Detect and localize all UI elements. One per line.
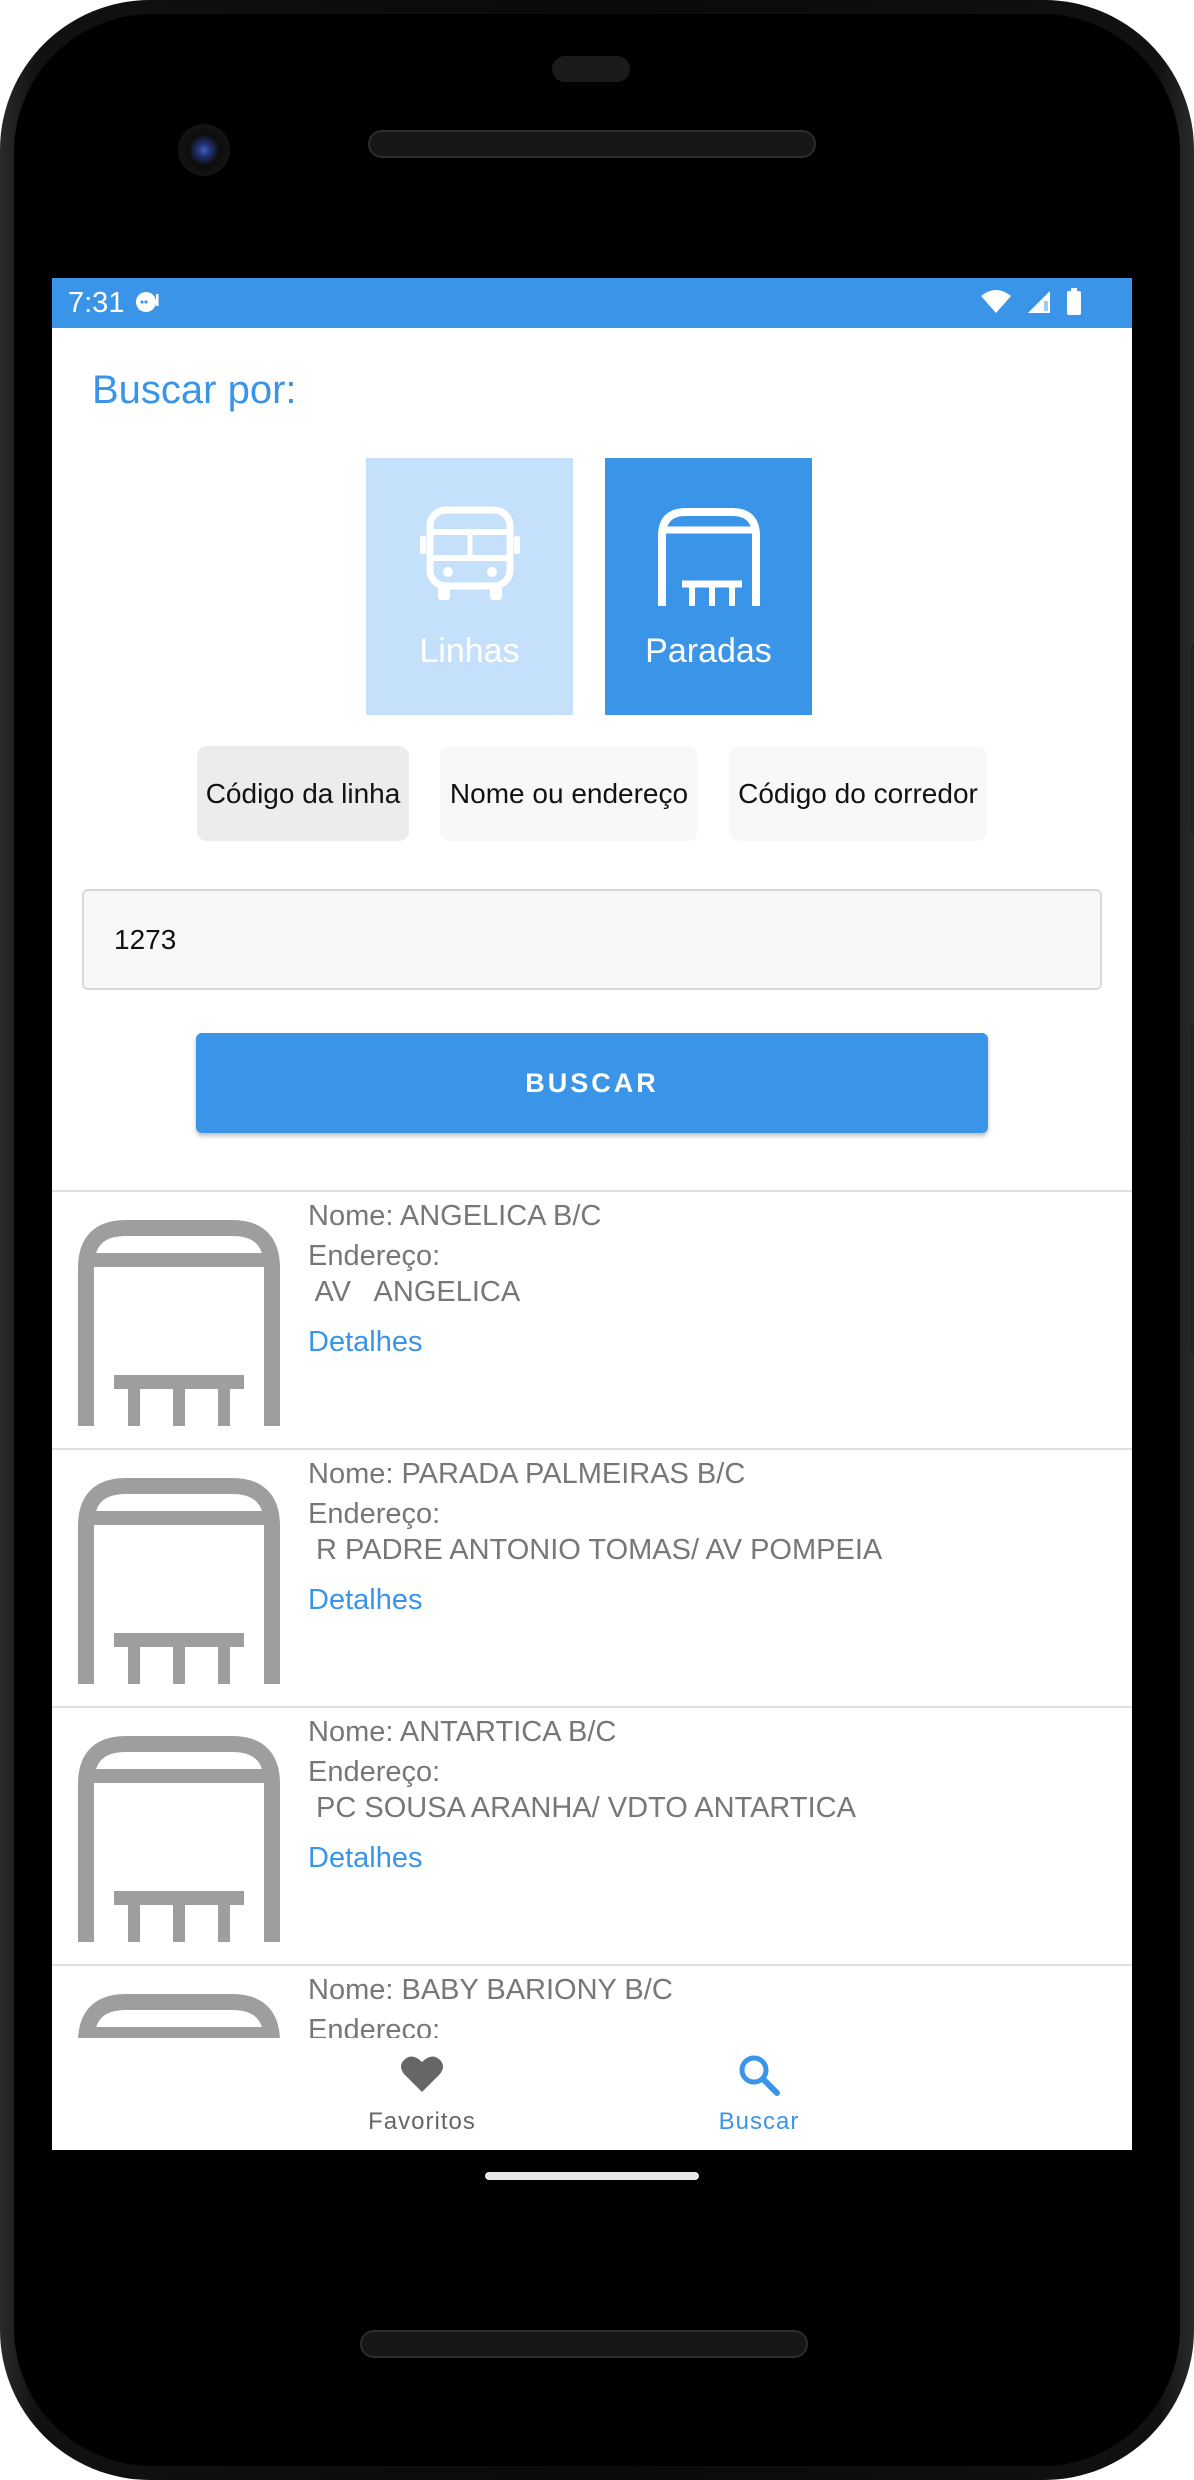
stop-address-label: Endereço: (308, 1756, 441, 1788)
type-button-linhas[interactable]: Linhas (366, 458, 573, 715)
page-title: Buscar por: (92, 368, 297, 412)
list-item: Nome: PARADA PALMEIRAS B/C Endereço: R P… (52, 1448, 1132, 1706)
details-link[interactable]: Detalhes (308, 1842, 422, 1875)
app-screen: 7:31 Buscar por: Linhas Paradas Código d… (52, 278, 1132, 2150)
signal-icon (1026, 289, 1052, 320)
stop-address: R PADRE ANTONIO TOMAS/ AV POMPEIA (308, 1534, 883, 1566)
stop-name: Nome: ANTARTICA B/C (308, 1716, 617, 1748)
earpiece (552, 56, 630, 82)
stop-name: Nome: BABY BARIONY B/C (308, 1974, 673, 2006)
nav-favoritos[interactable]: Favoritos (272, 2038, 572, 2150)
type-label-paradas: Paradas (645, 632, 772, 670)
filter-codigo-corredor[interactable]: Código do corredor (729, 746, 987, 841)
search-screen: Buscar por: Linhas Paradas Código da lin… (52, 328, 1132, 2150)
battery-icon (1066, 288, 1082, 321)
filter-nome-endereco[interactable]: Nome ou endereço (440, 746, 698, 841)
nav-label-favoritos: Favoritos (368, 2108, 476, 2135)
type-label-linhas: Linhas (419, 632, 520, 670)
details-link[interactable]: Detalhes (308, 1326, 422, 1359)
stop-address-label: Endereço: (308, 1240, 441, 1272)
message-notification-icon (134, 290, 160, 321)
bottom-navigation: Favoritos Buscar (52, 2038, 1132, 2150)
search-button[interactable]: BUSCAR (196, 1033, 988, 1133)
bus-stop-icon (74, 1732, 284, 1951)
heart-icon (272, 2054, 572, 2094)
wifi-icon (980, 289, 1012, 320)
status-time: 7:31 (68, 287, 125, 319)
search-icon (609, 2054, 909, 2096)
stop-address: AV ANGELICA (308, 1276, 521, 1308)
type-button-paradas[interactable]: Paradas (605, 458, 812, 715)
stop-address: PC SOUSA ARANHA/ VDTO ANTARTICA (308, 1792, 856, 1824)
volume-button (1190, 1024, 1194, 1354)
list-item: Nome: ANGELICA B/C Endereço: AV ANGELICA… (52, 1190, 1132, 1448)
details-link[interactable]: Detalhes (308, 1584, 422, 1617)
stop-name: Nome: PARADA PALMEIRAS B/C (308, 1458, 746, 1490)
power-button (1190, 644, 1194, 834)
search-input[interactable]: 1273 (82, 889, 1102, 990)
bottom-speaker (360, 2330, 808, 2358)
nav-buscar[interactable]: Buscar (609, 2038, 909, 2150)
front-camera (178, 124, 230, 176)
status-bar: 7:31 (52, 278, 1132, 328)
list-item: Nome: ANTARTICA B/C Endereço: PC SOUSA A… (52, 1706, 1132, 1964)
nav-label-buscar: Buscar (718, 2108, 800, 2135)
top-speaker (368, 130, 816, 158)
bus-stop-icon (74, 1216, 284, 1435)
bus-stop-icon (74, 1474, 284, 1693)
filter-codigo-linha[interactable]: Código da linha (197, 746, 409, 841)
stop-address-label: Endereço: (308, 1498, 441, 1530)
home-indicator[interactable] (485, 2172, 699, 2180)
bus-stop-icon (605, 506, 812, 610)
stop-name: Nome: ANGELICA B/C (308, 1200, 602, 1232)
bus-icon (366, 506, 573, 602)
